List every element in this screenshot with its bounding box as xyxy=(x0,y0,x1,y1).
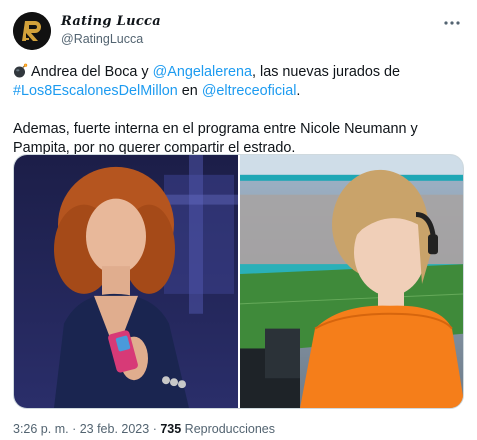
tweet-time[interactable]: 3:26 p. m. xyxy=(13,422,69,436)
tweet-text-segment: . xyxy=(296,83,301,99)
account-handle[interactable]: @RatingLucca xyxy=(61,30,161,48)
separator: · xyxy=(68,422,80,436)
photo-angela-lerena[interactable] xyxy=(240,155,463,408)
tweet-paragraph-1: Andrea del Boca y @Angelalerena, las nue… xyxy=(13,63,465,101)
tweet-text: Andrea del Boca y @Angelalerena, las nue… xyxy=(13,63,465,158)
bomb-icon xyxy=(13,63,28,78)
display-name[interactable]: Rating Lucca xyxy=(61,14,161,30)
photo-andrea-del-boca[interactable] xyxy=(14,155,238,408)
tweet-text-segment: Andrea del Boca y xyxy=(31,64,153,80)
tweet-paragraph-2: Ademas, fuerte interna en el programa en… xyxy=(13,121,418,156)
media-grid xyxy=(13,154,464,409)
mention-angelalerena-link[interactable]: @Angelalerena xyxy=(153,64,252,80)
tweet-text-segment: , las nuevas jurados de xyxy=(252,64,401,80)
hashtag-link[interactable]: #Los8EscalonesDelMillon xyxy=(13,83,178,99)
views-count: 735 xyxy=(160,422,182,436)
tweet-header: Rating Lucca @RatingLucca xyxy=(13,12,465,52)
views-label: Reproducciones xyxy=(181,422,275,436)
account-names: Rating Lucca @RatingLucca xyxy=(61,14,161,48)
tweet-metadata: 3:26 p. m. · 23 feb. 2023 · 735 Reproduc… xyxy=(13,422,275,436)
tweet-text-segment: en xyxy=(177,83,202,99)
more-horizontal-icon xyxy=(444,21,460,25)
avatar[interactable] xyxy=(13,12,51,50)
rating-lucca-logo xyxy=(13,12,51,50)
separator: · xyxy=(149,422,161,436)
more-options-button[interactable] xyxy=(441,12,463,34)
tweet-date[interactable]: 23 feb. 2023 xyxy=(80,422,150,436)
mention-eltreceoficial-link[interactable]: @eltreceoficial xyxy=(202,83,297,99)
